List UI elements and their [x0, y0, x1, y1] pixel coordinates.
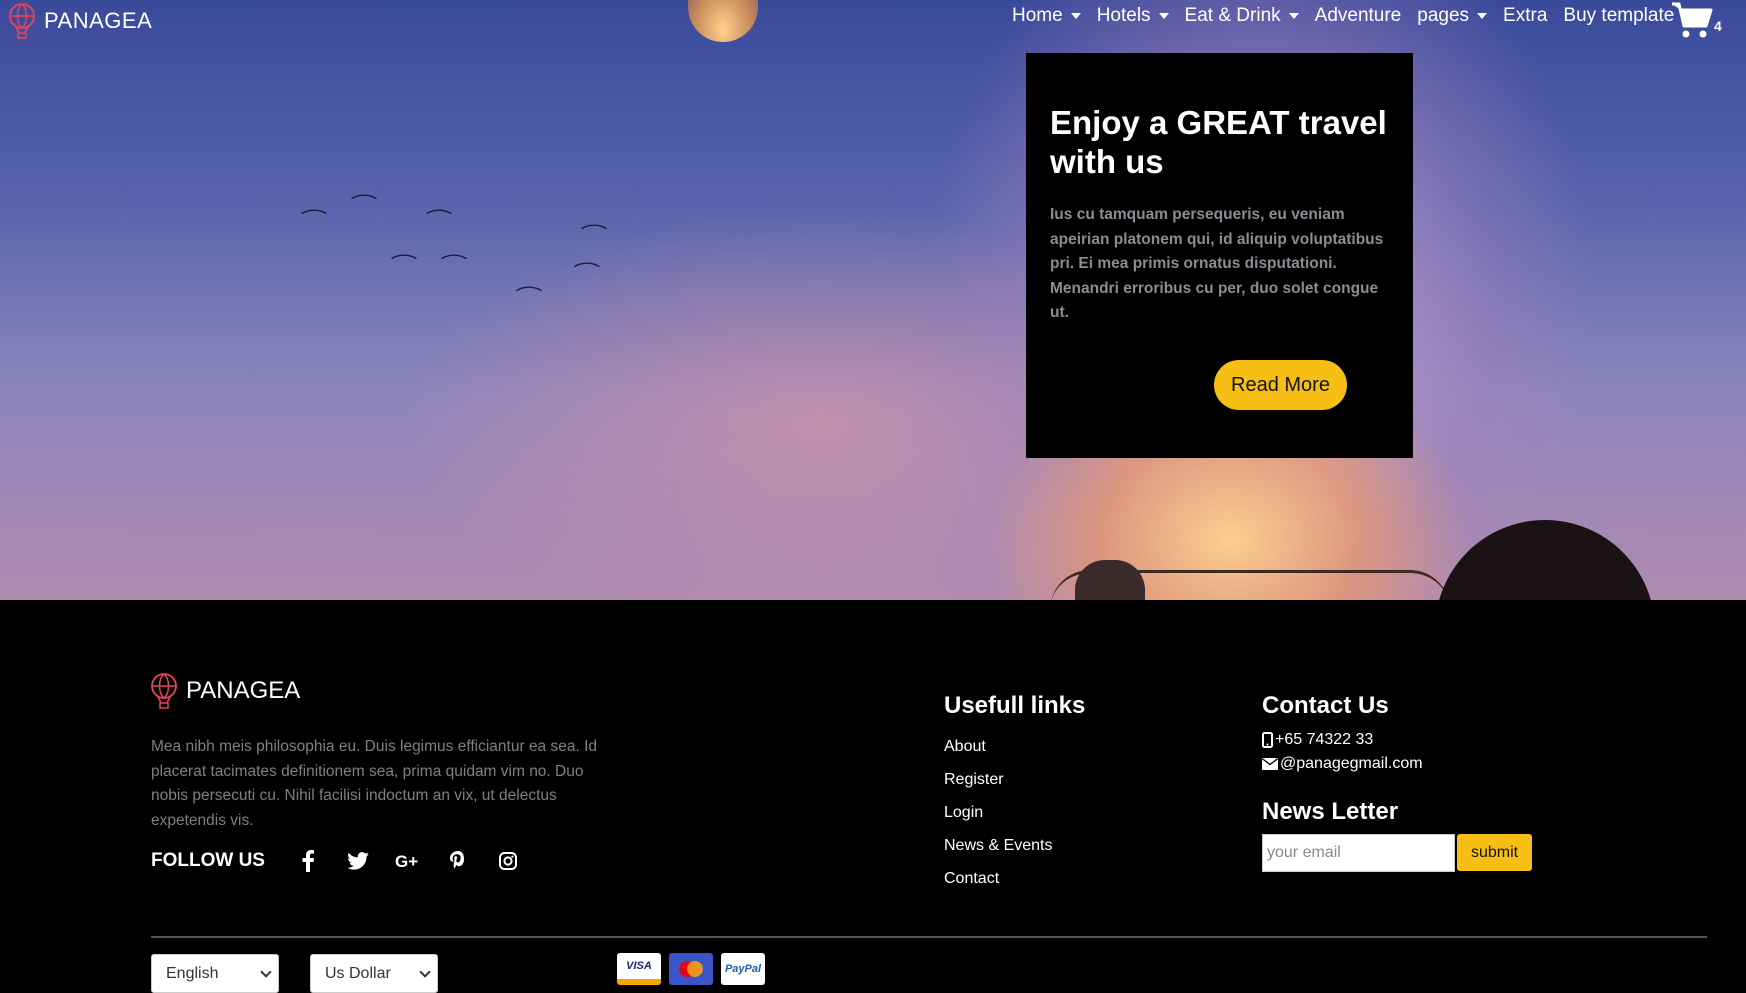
nav-extra[interactable]: Extra: [1495, 5, 1555, 27]
bird-icon: ⌒: [515, 286, 543, 306]
link-contact[interactable]: Contact: [944, 870, 1085, 903]
bird-icon: ⌒: [580, 224, 608, 244]
contact-us: Contact Us +65 74322 33 @panagegmail.com…: [1262, 692, 1582, 872]
promo-text: Ius cu tamquam persequeris, eu veniam ap…: [1050, 206, 1384, 321]
cart-button[interactable]: [1670, 0, 1714, 45]
footer-brand-name: PANAGEA: [186, 677, 301, 704]
bird-icon: ⌒: [425, 209, 453, 229]
brand-name: PANAGEA: [44, 8, 153, 33]
chevron-down-icon: [260, 965, 272, 978]
pinterest-icon[interactable]: [445, 848, 471, 874]
nav-eat-drink-label: Eat & Drink: [1184, 5, 1281, 26]
instagram-icon[interactable]: [495, 848, 521, 874]
caret-down-icon: [1288, 13, 1299, 19]
newsletter-submit-button[interactable]: submit: [1457, 834, 1532, 871]
link-news-events[interactable]: News & Events: [944, 837, 1085, 870]
currency-select[interactable]: Us Dollar: [310, 954, 438, 993]
nav-buy-template[interactable]: Buy template: [1555, 5, 1682, 27]
nav-hotels[interactable]: Hotels: [1089, 5, 1177, 27]
caret-down-icon: [1070, 13, 1081, 19]
main-menu: Home Hotels Eat & Drink Adventure pages …: [1004, 5, 1682, 27]
nav-pages-label: pages: [1417, 5, 1470, 26]
promo-title: Enjoy a GREAT travel with us: [1050, 104, 1387, 180]
contact-phone: +65 74322 33: [1262, 728, 1582, 752]
bird-icon: ⌒: [300, 209, 328, 229]
newsletter-email-input[interactable]: [1262, 834, 1455, 872]
top-navbar: PANAGEA Home Hotels Eat & Drink Adventur…: [0, 0, 1746, 40]
nav-adventure-label: Adventure: [1314, 5, 1402, 26]
link-register[interactable]: Register: [944, 771, 1085, 804]
mobile-phone-icon: [1262, 732, 1273, 748]
shopping-cart-icon: [1672, 2, 1713, 38]
newsletter-form: submit: [1262, 834, 1582, 872]
twitter-icon[interactable]: [345, 848, 371, 874]
promo-card: Enjoy a GREAT travel with us Ius cu tamq…: [1026, 53, 1413, 458]
footer-divider: [151, 936, 1707, 938]
paypal-icon: PayPal: [721, 953, 765, 985]
email-address: @panagegmail.com: [1280, 755, 1423, 772]
bird-icon: ⌒: [350, 194, 378, 214]
paypal-label: PayPal: [724, 963, 762, 975]
useful-links-title: Usefull links: [944, 692, 1086, 719]
follow-us: FOLLOW US G+: [151, 848, 545, 874]
nav-hotels-label: Hotels: [1096, 5, 1151, 26]
balloon-logo-icon: [9, 3, 35, 39]
nav-pages[interactable]: pages: [1409, 5, 1495, 27]
nav-home[interactable]: Home: [1004, 5, 1089, 27]
facebook-icon[interactable]: [295, 848, 321, 874]
footer-logo[interactable]: PANAGEA: [150, 672, 300, 710]
bird-icon: ⌒: [573, 262, 601, 282]
hero-banner: ⌒ ⌒ ⌒ ⌒ ⌒ ⌒ ⌒ ⌒: [0, 0, 1746, 600]
currency-value: Us Dollar: [325, 964, 391, 982]
cart-count-badge: 4: [1714, 18, 1722, 34]
contact-email: @panagegmail.com: [1262, 752, 1582, 776]
person-silhouette: [1435, 520, 1655, 600]
language-select[interactable]: English: [151, 954, 279, 993]
bird-icon: ⌒: [390, 254, 418, 274]
newsletter-title: News Letter: [1262, 798, 1399, 825]
visa-icon: VISA: [617, 953, 661, 985]
read-more-button[interactable]: Read More: [1214, 360, 1347, 410]
nav-adventure[interactable]: Adventure: [1307, 5, 1410, 27]
contact-us-title: Contact Us: [1262, 692, 1389, 719]
link-login[interactable]: Login: [944, 804, 1085, 837]
phone-number: +65 74322 33: [1275, 731, 1374, 748]
mastercard-icon: [669, 953, 713, 985]
language-value: English: [166, 964, 219, 982]
footer-description: Mea nibh meis philosophia eu. Duis legim…: [151, 738, 598, 829]
bird-icon: ⌒: [440, 254, 468, 274]
site-footer: PANAGEA Mea nibh meis philosophia eu. Du…: [0, 600, 1746, 993]
balloon-logo-icon: [151, 673, 177, 709]
envelope-icon: [1262, 758, 1278, 770]
useful-links-list: About Register Login News & Events Conta…: [944, 738, 1085, 903]
link-about[interactable]: About: [944, 738, 1085, 771]
chevron-down-icon: [419, 965, 431, 978]
follow-us-label: FOLLOW US: [151, 850, 265, 871]
caret-down-icon: [1477, 13, 1488, 19]
useful-links: Usefull links About Register Login News …: [944, 692, 1085, 903]
visa-label: VISA: [626, 960, 652, 972]
google-plus-icon[interactable]: G+: [395, 848, 421, 874]
nav-eat-drink[interactable]: Eat & Drink: [1177, 5, 1307, 27]
nav-home-label: Home: [1012, 5, 1063, 26]
hand-image: [1075, 560, 1145, 600]
nav-buy-template-label: Buy template: [1563, 5, 1675, 26]
nav-extra-label: Extra: [1503, 5, 1548, 26]
svg-text:G+: G+: [395, 852, 418, 870]
caret-down-icon: [1158, 13, 1169, 19]
brand-logo[interactable]: PANAGEA: [8, 3, 152, 39]
